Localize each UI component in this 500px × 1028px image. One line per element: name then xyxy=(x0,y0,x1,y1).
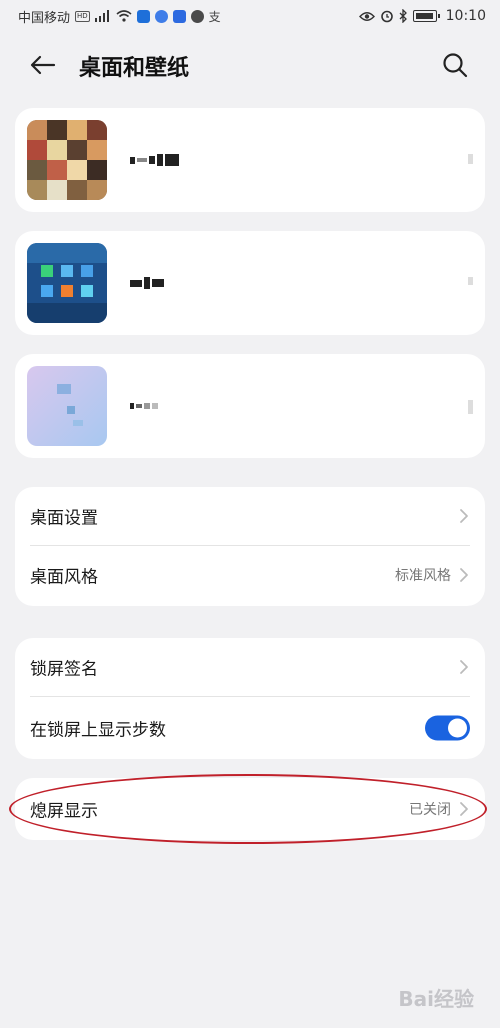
theme-more-indicator xyxy=(468,154,473,164)
chevron-right-icon xyxy=(460,509,468,523)
always-on-display-row[interactable]: 熄屏显示 已关闭 xyxy=(15,780,485,838)
theme-name-obscured xyxy=(130,152,179,168)
theme-thumbnail xyxy=(27,366,107,446)
desktop-style-label: 桌面风格 xyxy=(30,567,98,588)
theme-card-3[interactable] xyxy=(15,354,485,458)
always-on-display-label: 熄屏显示 xyxy=(30,801,98,822)
watermark-text: Bai经验 xyxy=(398,987,474,1011)
alarm-icon xyxy=(380,10,393,23)
lock-screen-group: 锁屏签名 在锁屏上显示步数 xyxy=(15,638,485,759)
chevron-right-icon xyxy=(460,802,468,816)
app-blue-icon xyxy=(154,9,168,23)
theme-card-1[interactable] xyxy=(15,108,485,212)
battery-icon xyxy=(412,10,440,22)
desktop-settings-label: 桌面设置 xyxy=(30,508,98,529)
theme-thumbnail xyxy=(27,120,107,200)
theme-more-indicator xyxy=(468,277,473,285)
theme-card-2[interactable] xyxy=(15,231,485,335)
page-title: 桌面和壁纸 xyxy=(79,56,190,81)
desktop-style-row[interactable]: 桌面风格 标准风格 xyxy=(15,546,485,604)
desktop-settings-row[interactable]: 桌面设置 xyxy=(15,487,485,545)
theme-thumbnail xyxy=(27,243,107,323)
signal-icon xyxy=(94,10,109,22)
alipay-icon: 支 xyxy=(208,9,221,24)
app-bag-icon xyxy=(172,9,186,23)
status-bar-left: 中国移动 HD 支 xyxy=(18,7,221,26)
wifi-icon xyxy=(116,10,132,22)
desktop-settings-group: 桌面设置 桌面风格 标准风格 xyxy=(15,487,485,606)
hd-badge: HD xyxy=(75,10,90,22)
carrier-label: 中国移动 xyxy=(18,10,71,26)
always-on-display-value: 已关闭 xyxy=(409,802,451,818)
chevron-right-icon xyxy=(460,568,468,582)
aod-group: 熄屏显示 已关闭 xyxy=(15,778,485,840)
eye-icon xyxy=(358,11,375,21)
show-steps-toggle[interactable] xyxy=(425,715,470,741)
theme-name-obscured xyxy=(130,398,158,414)
status-bar-right: 10:10 xyxy=(358,8,486,24)
app-shield-icon xyxy=(136,9,150,23)
back-arrow-icon[interactable] xyxy=(28,50,58,80)
clock: 10:10 xyxy=(445,8,486,24)
desktop-style-value: 标准风格 xyxy=(395,568,451,584)
app-globe-icon xyxy=(190,9,204,23)
lock-signature-row[interactable]: 锁屏签名 xyxy=(15,638,485,696)
chevron-right-icon xyxy=(460,660,468,674)
status-bar: 中国移动 HD 支 10:10 xyxy=(0,0,500,32)
search-icon[interactable] xyxy=(440,50,470,80)
theme-more-indicator xyxy=(468,400,473,414)
bluetooth-icon xyxy=(399,9,407,23)
show-steps-label: 在锁屏上显示步数 xyxy=(30,720,166,741)
lock-signature-label: 锁屏签名 xyxy=(30,659,98,680)
toggle-knob xyxy=(448,718,467,738)
theme-name-obscured xyxy=(130,275,164,291)
app-header: 桌面和壁纸 xyxy=(0,40,500,88)
watermark: Bai经验 xyxy=(398,983,474,1012)
show-steps-row: 在锁屏上显示步数 xyxy=(15,697,485,759)
